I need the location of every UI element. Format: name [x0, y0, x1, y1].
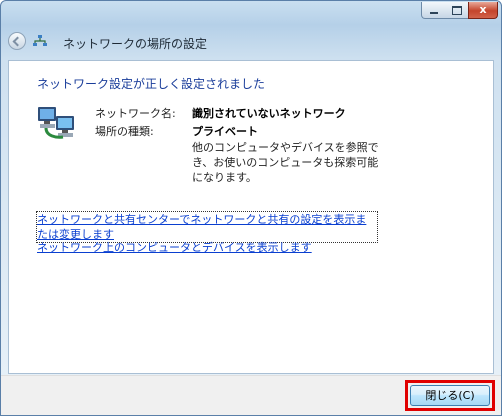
location-type-value: プライベート	[192, 125, 258, 138]
network-computers-icon	[38, 107, 74, 139]
network-icon	[33, 35, 47, 46]
back-button[interactable]	[8, 32, 26, 50]
window-title: ネットワークの場所の設定	[63, 37, 208, 51]
button-bar: 閉じる(C)	[1, 375, 501, 415]
close-icon: x	[479, 3, 487, 16]
maximize-button[interactable]	[445, 2, 469, 19]
location-type-label: 場所の種類:	[95, 125, 154, 138]
network-name-label: ネットワーク名:	[95, 107, 176, 120]
content-panel: ネットワーク設定が正しく設定されました ネットワーク名: 識別されていないネット…	[8, 60, 494, 374]
location-description: 他のコンピュータやデバイスを参照でき、お使いのコンピュータも探索可能になります。	[192, 141, 379, 184]
close-button[interactable]: 閉じる(C)	[410, 385, 490, 406]
navigation-bar: ネットワークの場所の設定	[1, 29, 501, 55]
minimize-button[interactable]	[421, 2, 446, 19]
close-window-button[interactable]: x	[468, 2, 498, 19]
dialog-window: x ネットワークの場所の設定 ネットワーク設定が正しく設定されました ネットワー…	[0, 0, 502, 416]
page-heading: ネットワーク設定が正しく設定されました	[37, 77, 266, 91]
title-bar[interactable]: x	[1, 1, 501, 29]
view-network-computers-link[interactable]: ネットワーク上のコンピュータとデバイスを表示します	[37, 239, 312, 255]
network-name-value: 識別されていないネットワーク	[192, 107, 346, 120]
network-sharing-center-link[interactable]: ネットワークと共有センターでネットワークと共有の設定を表示または変更します	[36, 211, 378, 243]
